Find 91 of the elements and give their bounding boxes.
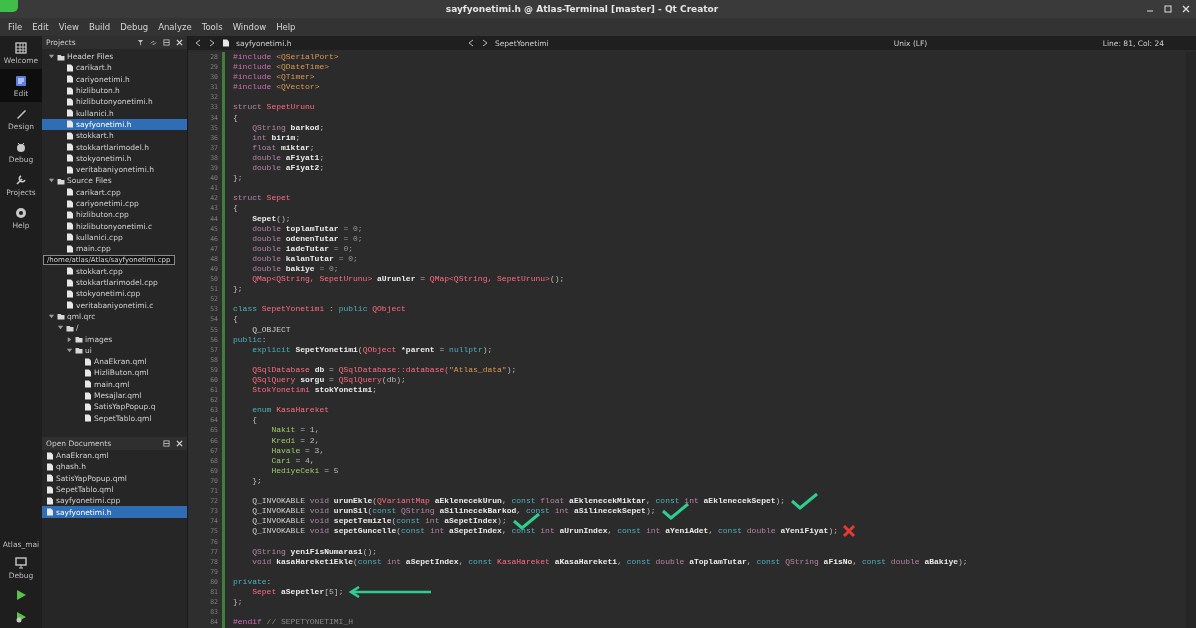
check-mark-icon [789,492,820,511]
code-line: { [233,203,238,214]
code-line: double toplamTutar = 0; [251,223,363,234]
file-icon [222,39,230,47]
code-line: Kredi = 2, [270,435,320,446]
play-bug-icon [14,610,28,624]
code-line: double odenenTutar = 0; [251,233,363,244]
code-line: Q_INVOKABLE void urunEkle(QVariantMap aEklenecekUrun, const float aEklenecekMiktar, const int aEklenecekSepet); [251,496,786,507]
code-line: Sepet(); [251,213,291,224]
code-line: { [251,415,257,426]
code-line: explicit SepetYonetimi(QObject *parent = nullptr); [251,344,493,355]
code-line: int birim; [251,132,301,143]
code-line: QSqlDatabase db = QSqlDatabase::database("Atlas_data"); [251,364,517,375]
cross-mark-icon [842,524,857,539]
back-icon [194,39,202,47]
monitor-icon [14,556,28,570]
expanded-arrow-icon [48,177,55,185]
code-line: #include <QDateTime> [233,62,330,73]
close-icon[interactable] [1182,5,1190,13]
code-line: Q_OBJECT [251,324,291,335]
filter-icon [137,39,144,46]
close-icon [176,440,183,447]
code-line: QMap<QString, SepetUrunu> aUrunler = QMap<QString, SepetUrunu>(); [251,274,565,285]
split-icon [163,39,170,46]
code-line: Cari = 4, [270,455,315,466]
code-line: QString yeniFisNumarasi(); [251,546,378,557]
code-line: Q_INVOKABLE void sepetGuncelle(const int aSepetIndex, const int aUrunIndex, const int aYeniAdet, const double aYeniFiyat); [251,526,839,537]
code-line: QString barkod; [251,122,325,133]
code-line: double aFiyat2; [251,163,325,174]
menu-item[interactable]: Tools [197,22,227,32]
code-line: double iadeTutar = 0; [251,243,354,254]
check-mark-icon [510,512,541,531]
app-badge [0,0,18,12]
expanded-arrow-icon [48,53,55,61]
folder-icon [57,52,65,61]
code-line: void kasaHareketiEkle(const int aSepetIndex, const KasaHareket aKasaHareketi, const double aToplamTutar, const QString aFisNo, const double aBakiye); [251,556,968,567]
code-line: #include <QVector> [233,82,320,93]
menu-item[interactable]: View [54,22,83,32]
code-line: { [233,314,238,325]
window-title: sayfyonetimi.h @ Atlas-Terminal [master] - Qt Creator [444,4,720,14]
wrench-icon [14,173,28,187]
bug-icon [14,140,28,154]
code-line: Nakit = 1, [270,425,320,436]
check-mark-icon [659,502,690,521]
code-line: Havale = 3, [270,445,325,456]
help-icon [14,206,28,220]
code-line: private: [233,576,272,587]
collapsed-arrow-icon [66,335,73,343]
expanded-arrow-icon [66,346,73,354]
code-line: float miktar; [251,142,315,153]
menu-item[interactable]: Edit [28,22,53,32]
code-line: struct Sepet [233,193,291,204]
code-line: }; [233,173,243,184]
menu-item[interactable]: Help [272,22,300,32]
menu-item[interactable]: Analyze [154,22,196,32]
code-line: HediyeCeki = 5 [270,465,339,476]
code-line: #endif // SEPETYONETIMI_H [233,617,354,628]
forward-icon [480,39,489,47]
code-line: StokYonetimi stokYonetimi; [251,385,378,396]
code-line: Q_INVOKABLE void sepetTemizle(const int aSepetIndex); [251,516,507,527]
folder-icon [57,176,65,185]
code-line: double kalanTutar = 0; [251,253,358,264]
code-line: QSqlQuery sorgu = QSqlQuery(db); [251,375,406,386]
menu-item[interactable]: Window [228,22,271,32]
code-line: class SepetYonetimi : public QObject [233,304,406,315]
code-line: struct SepetUrunu [233,102,315,113]
menu-item[interactable]: File [4,22,27,32]
code-line: #include <QSerialPort> [233,52,339,63]
menu-item[interactable]: Debug [116,22,153,32]
forward-icon [208,39,216,47]
code-line: Sepet aSepetler[5]; [251,586,344,598]
grid-icon [14,41,28,55]
code-line: enum KasaHareket [251,405,330,416]
code-line: #include <QTimer> [233,72,315,83]
code-line: double aFiyat1; [251,152,325,164]
close-icon [176,39,183,46]
code-line: }; [251,475,262,487]
link-icon [150,39,157,46]
code-line: double bakiye = 0; [251,263,339,275]
code-line: public: [233,334,267,345]
code-line: Q_INVOKABLE void urunSil(const QString aSilinecekBarkod, const int aSilinecekSepet); [251,506,656,517]
back-icon [466,39,475,47]
code-line: { [233,112,238,123]
maximize-icon[interactable] [1164,5,1172,13]
code-line: }; [233,284,243,295]
document-icon [14,74,28,88]
code-line: }; [233,597,243,608]
left-arrow-icon [347,586,434,598]
play-icon [14,588,28,602]
menu-item[interactable]: Build [84,22,115,32]
split-icon [163,440,170,447]
